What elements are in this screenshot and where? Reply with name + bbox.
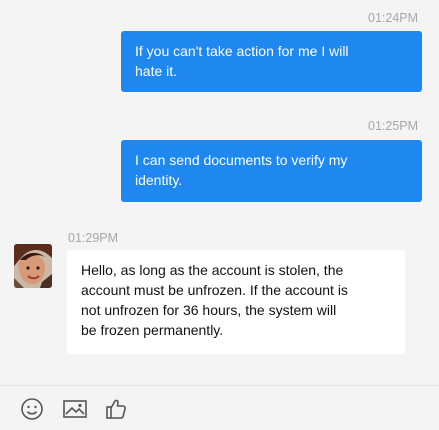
image-icon[interactable]	[62, 397, 88, 421]
chat-thread: 01:24PM If you can't take action for me …	[0, 0, 439, 380]
outgoing-message-bubble[interactable]: I can send documents to verify my identi…	[121, 140, 422, 202]
avatar[interactable]	[14, 244, 52, 288]
incoming-message-bubble[interactable]: Hello, as long as the account is stolen,…	[67, 250, 405, 354]
message-timestamp: 01:24PM	[368, 11, 419, 25]
composer-toolbar	[0, 385, 439, 430]
message-timestamp: 01:25PM	[368, 119, 419, 133]
message-timestamp: 01:29PM	[68, 231, 119, 245]
thumbs-up-icon[interactable]	[104, 397, 128, 421]
outgoing-message-bubble[interactable]: If you can't take action for me I will h…	[121, 31, 422, 92]
emoji-icon[interactable]	[20, 397, 44, 421]
